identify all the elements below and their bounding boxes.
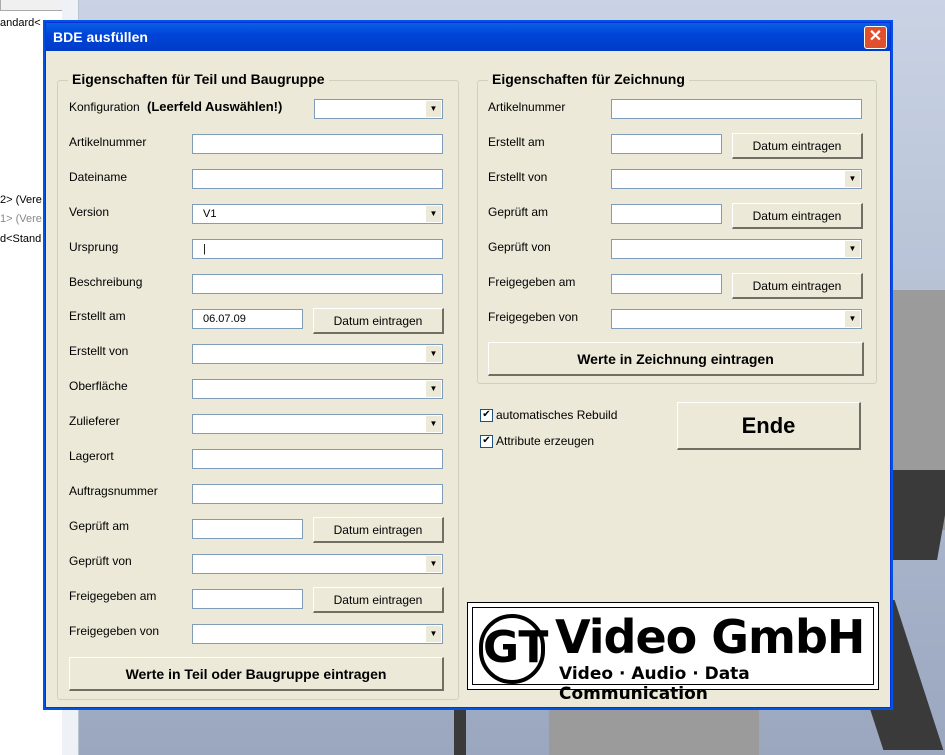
dateiname-input[interactable]	[192, 169, 443, 189]
company-logo: GT Video GmbH Video · Audio · Data Commu…	[467, 602, 879, 704]
ende-button[interactable]: Ende	[677, 402, 861, 450]
z-erstellt-von-select[interactable]: ▼	[611, 169, 862, 189]
z-geprueft-von-label: Geprüft von	[488, 240, 551, 254]
dateiname-label: Dateiname	[69, 170, 128, 184]
auftragsnummer-input[interactable]	[192, 484, 443, 504]
chevron-down-icon[interactable]: ▼	[844, 241, 860, 257]
geprueft-von-select[interactable]: ▼	[192, 554, 443, 574]
z-geprueft-am-datum-button[interactable]: Datum eintragen	[732, 203, 863, 229]
erstellt-am-datum-button[interactable]: Datum eintragen	[313, 308, 444, 334]
ursprung-input[interactable]: |	[192, 239, 443, 259]
tree-item[interactable]: andard<	[0, 17, 41, 29]
cad-part	[454, 706, 466, 755]
konfiguration-select[interactable]: ▼	[314, 99, 443, 119]
oberflaeche-select[interactable]: ▼	[192, 379, 443, 399]
dialog-titlebar[interactable]: BDE ausfüllen ✕	[46, 23, 890, 51]
z-freigegeben-am-datum-button[interactable]: Datum eintragen	[732, 273, 863, 299]
beschreibung-input[interactable]	[192, 274, 443, 294]
beschreibung-label: Beschreibung	[69, 275, 143, 289]
tree-item[interactable]: 2> (Vere	[0, 194, 42, 206]
freigegeben-am-label: Freigegeben am	[69, 589, 157, 603]
chevron-down-icon[interactable]: ▼	[425, 416, 441, 432]
geprueft-von-label: Geprüft von	[69, 554, 132, 568]
rebuild-checkbox[interactable]: ✔	[480, 409, 493, 422]
oberflaeche-label: Oberfläche	[69, 379, 128, 393]
freigegeben-am-input[interactable]	[192, 589, 303, 609]
artikelnummer-label: Artikelnummer	[69, 135, 147, 149]
geprueft-am-input[interactable]	[192, 519, 303, 539]
artikelnummer-input[interactable]	[192, 134, 443, 154]
logo-tagline: Video · Audio · Data Communication	[559, 664, 750, 704]
chevron-down-icon[interactable]: ▼	[425, 206, 441, 222]
freigegeben-von-select[interactable]: ▼	[192, 624, 443, 644]
rebuild-label: automatisches Rebuild	[496, 408, 618, 422]
attribute-checkbox[interactable]: ✔	[480, 435, 493, 448]
freigegeben-am-datum-button[interactable]: Datum eintragen	[313, 587, 444, 613]
z-erstellt-am-label: Erstellt am	[488, 135, 545, 149]
check-icon: ✔	[482, 435, 491, 446]
lagerort-input[interactable]	[192, 449, 443, 469]
tree-item[interactable]: d<Stand	[0, 233, 41, 245]
attribute-label: Attribute erzeugen	[496, 434, 595, 448]
chevron-down-icon[interactable]: ▼	[425, 626, 441, 642]
group-title: Eigenschaften für Zeichnung	[488, 71, 689, 87]
logo-name: Video GmbH	[555, 610, 865, 664]
tree-item[interactable]: 1> (Vere	[0, 213, 42, 225]
z-freigegeben-am-label: Freigegeben am	[488, 275, 576, 289]
chevron-down-icon[interactable]: ▼	[425, 381, 441, 397]
erstellt-von-select[interactable]: ▼	[192, 344, 443, 364]
z-geprueft-am-label: Geprüft am	[488, 205, 549, 219]
ursprung-label: Ursprung	[69, 240, 119, 254]
cad-part	[549, 705, 759, 755]
logo-mark: GT	[479, 614, 548, 684]
z-geprueft-von-select[interactable]: ▼	[611, 239, 862, 259]
z-erstellt-von-label: Erstellt von	[488, 170, 548, 184]
z-freigegeben-am-input[interactable]	[611, 274, 722, 294]
chevron-down-icon[interactable]: ▼	[844, 311, 860, 327]
chevron-down-icon[interactable]: ▼	[425, 346, 441, 362]
dialog-title: BDE ausfüllen	[53, 29, 148, 45]
close-icon: ✕	[868, 28, 883, 45]
z-artikelnummer-label: Artikelnummer	[488, 100, 566, 114]
z-freigegeben-von-select[interactable]: ▼	[611, 309, 862, 329]
chevron-down-icon[interactable]: ▼	[425, 101, 441, 117]
werte-zeichnung-button[interactable]: Werte in Zeichnung eintragen	[488, 342, 864, 376]
z-erstellt-am-input[interactable]	[611, 134, 722, 154]
group-title: Eigenschaften für Teil und Baugruppe	[68, 71, 329, 87]
konfiguration-label: Konfiguration	[69, 100, 140, 114]
geprueft-am-datum-button[interactable]: Datum eintragen	[313, 517, 444, 543]
erstellt-am-label: Erstellt am	[69, 309, 126, 323]
konfiguration-hint: (Leerfeld Auswählen!)	[147, 99, 283, 114]
werte-teil-baugruppe-button[interactable]: Werte in Teil oder Baugruppe eintragen	[69, 657, 444, 691]
zulieferer-select[interactable]: ▼	[192, 414, 443, 434]
geprueft-am-label: Geprüft am	[69, 519, 130, 533]
chevron-down-icon[interactable]: ▼	[844, 171, 860, 187]
zulieferer-label: Zulieferer	[69, 414, 120, 428]
freigegeben-von-label: Freigegeben von	[69, 624, 160, 638]
close-button[interactable]: ✕	[864, 26, 887, 49]
z-erstellt-am-datum-button[interactable]: Datum eintragen	[732, 133, 863, 159]
lagerort-label: Lagerort	[69, 449, 114, 463]
zeichnung-group: Eigenschaften für Zeichnung Artikelnumme…	[477, 71, 877, 384]
check-icon: ✔	[482, 409, 491, 420]
z-geprueft-am-input[interactable]	[611, 204, 722, 224]
bde-dialog: BDE ausfüllen ✕ Eigenschaften für Teil u…	[45, 22, 891, 708]
auftragsnummer-label: Auftragsnummer	[69, 484, 158, 498]
chevron-down-icon[interactable]: ▼	[425, 556, 441, 572]
version-label: Version	[69, 205, 110, 219]
version-select[interactable]: V1 ▼	[192, 204, 443, 224]
erstellt-am-input[interactable]: 06.07.09	[192, 309, 303, 329]
z-artikelnummer-input[interactable]	[611, 99, 862, 119]
erstellt-von-label: Erstellt von	[69, 344, 129, 358]
z-freigegeben-von-label: Freigegeben von	[488, 310, 579, 324]
teil-baugruppe-group: Eigenschaften für Teil und Baugruppe Kon…	[57, 71, 459, 700]
